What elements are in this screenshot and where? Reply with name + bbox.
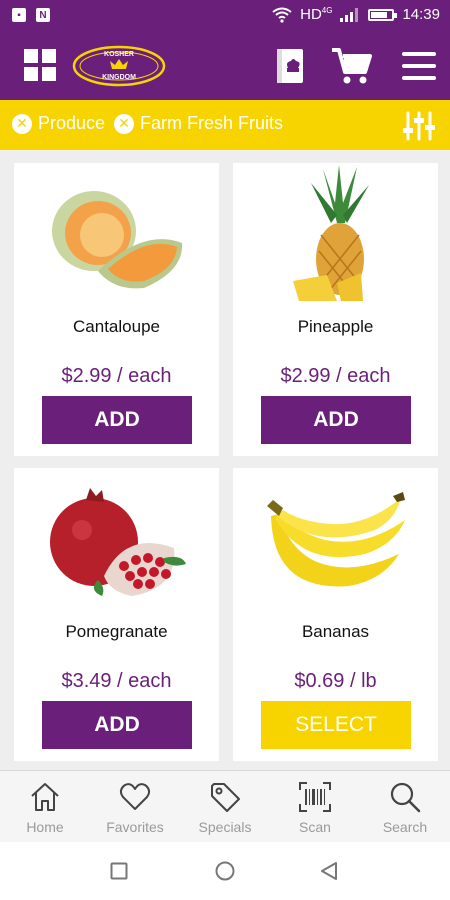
network-type: HD4G [300,6,333,23]
menu-icon[interactable] [402,52,436,80]
remove-filter-icon[interactable]: ✕ [12,113,32,134]
gallery-notification-icon: ▪ [12,8,26,22]
home-circle-icon[interactable] [215,861,235,881]
nav-label: Favorites [106,819,164,835]
bananas-image [267,492,405,587]
heart-icon [119,783,151,810]
kosher-kingdom-logo[interactable]: KOSHER KINGDOM [72,44,166,88]
status-bar: ▪ N HD4G 14:39 [0,0,450,32]
categories-grid-button[interactable] [24,49,56,81]
back-icon[interactable] [320,861,338,881]
product-card-cantaloupe[interactable]: Cantaloupe $2.99 / each ADD [14,163,219,456]
bottom-navigation: Home Favorites Specials Scan Search [0,770,450,842]
cantaloupe-image [52,191,183,289]
svg-text:KINGDOM: KINGDOM [102,74,136,81]
barcode-icon [299,782,331,812]
product-name: Pomegranate [65,622,168,641]
filter-sliders-icon[interactable] [402,111,436,141]
select-option-button[interactable]: SELECT [261,701,411,749]
product-card-pomegranate[interactable]: Pomegranate $3.49 / each ADD [14,468,219,761]
recents-icon[interactable] [110,862,128,880]
recipe-book-icon[interactable] [276,48,306,84]
app-notification-icon: N [36,8,50,22]
filter-chip-label: Produce [38,113,106,133]
product-name: Cantaloupe [73,317,160,336]
search-icon [390,782,421,813]
product-name: Pineapple [297,317,374,336]
add-to-cart-button[interactable]: ADD [42,396,192,444]
product-price: $3.49 / each [61,670,172,692]
nav-label: Search [382,819,428,835]
product-price: $2.99 / each [61,365,172,387]
add-to-cart-button[interactable]: ADD [42,701,192,749]
pineapple-image [293,165,369,301]
pomegranate-image [50,488,186,596]
nav-label: Scan [299,819,331,835]
cart-icon[interactable] [330,46,372,86]
nav-search[interactable]: Search [360,771,450,843]
filter-chip-produce[interactable]: ✕ Produce [12,113,105,134]
product-name: Bananas [301,622,370,641]
remove-filter-icon[interactable]: ✕ [114,113,134,134]
home-icon [31,783,59,811]
nav-label: Home [26,819,64,835]
battery-icon [368,8,398,21]
product-card-bananas[interactable]: Bananas $0.69 / lb SELECT [233,468,438,761]
nav-home[interactable]: Home [0,771,90,843]
filter-bar: ✕ Produce ✕ Farm Fresh Fruits [0,100,450,150]
system-navigation-bar [0,842,450,900]
nav-scan[interactable]: Scan [270,771,360,843]
filter-chip-farm-fresh-fruits[interactable]: ✕ Farm Fresh Fruits [114,113,283,134]
app-bar: KOSHER KINGDOM [0,32,450,100]
product-price: $0.69 / lb [294,670,377,692]
nav-specials[interactable]: Specials [180,771,270,843]
tag-icon [211,783,240,812]
wifi-icon [272,7,292,23]
filter-chip-label: Farm Fresh Fruits [140,113,284,133]
svg-text:KOSHER: KOSHER [104,51,134,58]
nav-label: Specials [198,819,252,835]
add-to-cart-button[interactable]: ADD [261,396,411,444]
nav-favorites[interactable]: Favorites [90,771,180,843]
status-time: 14:39 [402,6,440,23]
product-card-pineapple[interactable]: Pineapple $2.99 / each ADD [233,163,438,456]
signal-icon [340,7,359,22]
product-price: $2.99 / each [280,365,391,387]
